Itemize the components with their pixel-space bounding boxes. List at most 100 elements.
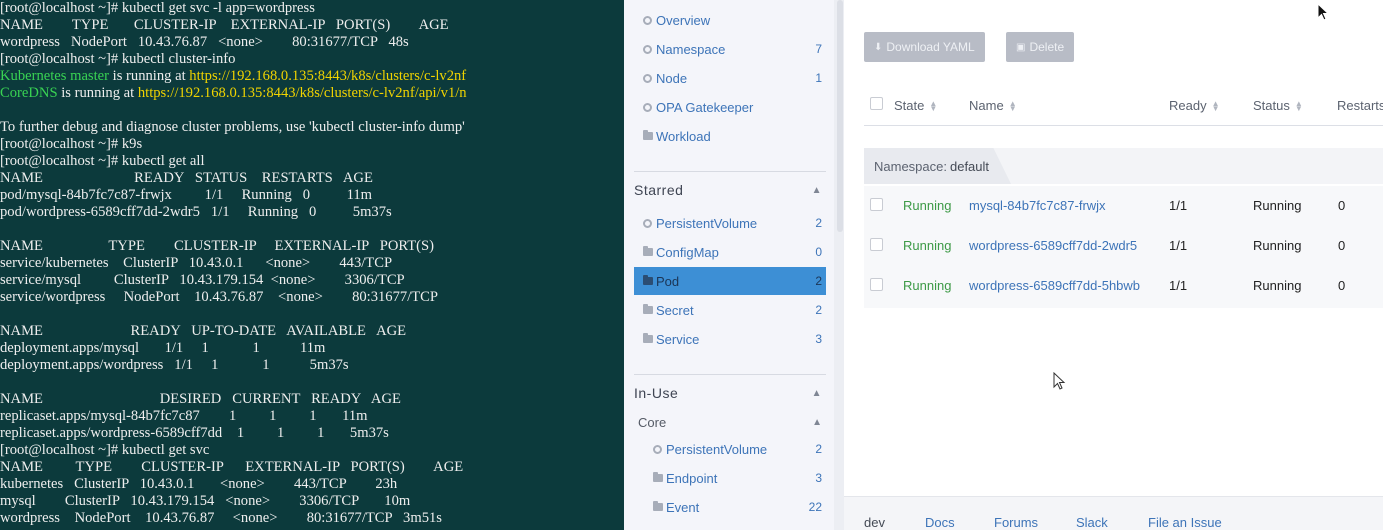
terminal-window[interactable]: [root@localhost ~]# kubectl get svc -l a… xyxy=(0,0,624,530)
column-header-ready[interactable]: Ready ▲ ▼ xyxy=(1169,98,1220,113)
column-header-name[interactable]: Name ▲ ▼ xyxy=(969,98,1017,113)
terminal-line: Kubernetes master is running at https://… xyxy=(0,68,624,85)
pod-name-link[interactable]: mysql-84b7fc7c87-frwjx xyxy=(969,198,1106,213)
sidebar-item-opa-gatekeeper[interactable]: OPA Gatekeeper xyxy=(634,93,826,121)
sidebar-item-count: 0 xyxy=(815,245,822,259)
circle-icon xyxy=(642,15,653,25)
sidebar-item-count: 7 xyxy=(815,42,822,56)
core-group-header[interactable]: Core ▲ xyxy=(638,412,826,432)
terminal-line: deployment.apps/mysql 1/1 1 1 11m xyxy=(0,340,624,357)
sidebar-item-namespace[interactable]: Namespace 7 xyxy=(634,35,826,63)
sidebar-item-node[interactable]: Node 1 xyxy=(634,64,826,92)
terminal-line: [root@localhost ~]# kubectl cluster-info xyxy=(0,51,624,68)
sidebar: Overview Namespace 7 Node 1 OPA Gatekeeper Wor… xyxy=(624,0,844,530)
sidebar-item-count: 1 xyxy=(815,71,822,85)
sort-icon: ▲ ▼ xyxy=(1211,98,1220,113)
sidebar-item-label: Node xyxy=(656,70,688,86)
namespace-group-value: default xyxy=(949,158,990,174)
footer-version: dev xyxy=(864,515,885,530)
circle-icon xyxy=(642,73,653,83)
terminal-line: To further debug and diagnose cluster pr… xyxy=(0,119,624,136)
footer-link-docs[interactable]: Docs xyxy=(925,515,955,530)
state-badge: Running xyxy=(903,278,952,293)
sidebar-scrollbar-thumb[interactable] xyxy=(837,0,843,232)
sidebar-item-workload[interactable]: Workload xyxy=(634,122,826,150)
terminal-line: [root@localhost ~]# kubectl get svc -l a… xyxy=(0,0,624,17)
terminal-text: wordpress NodePort 10.43.76.87 <none> 80… xyxy=(0,510,442,526)
row-checkbox[interactable] xyxy=(870,238,883,251)
table-header: State ▲ ▼ Name ▲ ▼ Ready ▲ ▼ Status ▲ ▼ Rest… xyxy=(864,90,1383,126)
sidebar-item-pod[interactable]: Pod 2 xyxy=(634,267,826,295)
sort-icon: ▲ ▼ xyxy=(1294,98,1303,113)
restarts-value: 0 xyxy=(1338,198,1346,213)
delete-button[interactable]: ▣ Delete xyxy=(1006,32,1075,62)
sidebar-item-label: PersistentVolume xyxy=(666,441,768,457)
column-header-state[interactable]: State ▲ ▼ xyxy=(894,98,937,113)
sidebar-item-count: 2 xyxy=(815,303,822,317)
terminal-line: replicaset.apps/mysql-84b7fc7c87 1 1 1 1… xyxy=(0,408,624,425)
state-badge: Running xyxy=(903,238,952,253)
namespace-group-tab: Namespace: default xyxy=(864,148,1012,184)
footer-link-file-issue[interactable]: File an Issue xyxy=(1148,515,1222,530)
chevron-up-icon: ▲ xyxy=(811,387,822,399)
section-divider xyxy=(634,171,826,172)
sidebar-item-configmap[interactable]: ConfigMap 0 xyxy=(634,238,826,266)
footer-link-slack[interactable]: Slack xyxy=(1076,515,1108,530)
sidebar-item-endpoint[interactable]: Endpoint 3 xyxy=(644,464,826,492)
folder-icon xyxy=(652,472,663,482)
namespace-group-label: Namespace: xyxy=(874,158,947,174)
column-header-label: State xyxy=(894,98,925,113)
row-checkbox[interactable] xyxy=(870,198,883,211)
table-row[interactable]: Running mysql-84b7fc7c87-frwjx 1/1 Running 0 xyxy=(864,186,1383,226)
column-header-restarts[interactable]: Restarts xyxy=(1337,98,1383,113)
starred-section-header[interactable]: Starred ▲ xyxy=(634,179,826,201)
circle-icon xyxy=(642,102,653,112)
row-checkbox[interactable] xyxy=(870,278,883,291)
ready-value: 1/1 xyxy=(1169,238,1188,253)
terminal-line: service/wordpress NodePort 10.43.76.87 <… xyxy=(0,289,624,306)
column-header-status[interactable]: Status ▲ ▼ xyxy=(1253,98,1303,113)
terminal-line: replicaset.apps/wordpress-6589cff7dd 1 1… xyxy=(0,425,624,442)
circle-icon xyxy=(642,44,653,54)
terminal-text: CoreDNS xyxy=(0,85,58,101)
sidebar-item-secret[interactable]: Secret 2 xyxy=(634,296,826,324)
sidebar-item-service[interactable]: Service 3 xyxy=(634,325,826,353)
column-header-label: Status xyxy=(1253,98,1290,113)
ready-value: 1/1 xyxy=(1169,198,1188,213)
download-yaml-button[interactable]: ⬇ Download YAML xyxy=(864,32,985,62)
inuse-section-header[interactable]: In-Use ▲ xyxy=(634,382,826,404)
terminal-text: NAME TYPE CLUSTER-IP EXTERNAL-IP PORT(S)… xyxy=(0,17,449,33)
starred-section-title: Starred xyxy=(634,182,684,198)
status-value: Running xyxy=(1253,198,1302,213)
select-all-checkbox[interactable] xyxy=(870,97,883,110)
terminal-line: NAME READY UP-TO-DATE AVAILABLE AGE xyxy=(0,323,624,340)
table-row[interactable]: Running wordpress-6589cff7dd-5hbwb 1/1 Runn… xyxy=(864,266,1383,306)
terminal-text: kubernetes ClusterIP 10.43.0.1 <none> 44… xyxy=(0,476,398,492)
sidebar-item-persistentvolume[interactable]: PersistentVolume 2 xyxy=(634,209,826,237)
sidebar-item-persistentvolume[interactable]: PersistentVolume 2 xyxy=(644,435,826,463)
mouse-pointer-icon xyxy=(1317,3,1330,21)
footer: dev Docs Forums Slack File an Issue xyxy=(844,496,1383,530)
footer-link-forums[interactable]: Forums xyxy=(994,515,1038,530)
pod-name-link[interactable]: wordpress-6589cff7dd-5hbwb xyxy=(969,278,1140,293)
core-group-title: Core xyxy=(638,414,667,430)
sidebar-item-event[interactable]: Event 22 xyxy=(644,493,826,521)
pod-name-link[interactable]: wordpress-6589cff7dd-2wdr5 xyxy=(969,238,1137,253)
table-row[interactable]: Running wordpress-6589cff7dd-2wdr5 1/1 Runn… xyxy=(864,226,1383,266)
terminal-text: [root@localhost ~]# kubectl get svc -l a… xyxy=(0,0,315,16)
terminal-line: NAME DESIRED CURRENT READY AGE xyxy=(0,391,624,408)
terminal-line: service/kubernetes ClusterIP 10.43.0.1 <… xyxy=(0,255,624,272)
sidebar-item-overview[interactable]: Overview xyxy=(634,6,826,34)
folder-icon xyxy=(652,501,663,511)
terminal-text: NAME TYPE CLUSTER-IP EXTERNAL-IP PORT(S)… xyxy=(0,459,464,475)
terminal-line: pod/wordpress-6589cff7dd-2wdr5 1/1 Runni… xyxy=(0,204,624,221)
terminal-text: wordpress NodePort 10.43.76.87 <none> 80… xyxy=(0,34,409,50)
pod-table-body: Running mysql-84b7fc7c87-frwjx 1/1 Running 0… xyxy=(864,186,1383,308)
terminal-text: mysql ClusterIP 10.43.179.154 <none> 330… xyxy=(0,493,411,509)
sidebar-item-count: 22 xyxy=(808,500,822,514)
sidebar-item-label: Endpoint xyxy=(666,470,718,486)
sidebar-scrollbar[interactable] xyxy=(834,0,844,530)
main-panel: ⬇ Download YAML ▣ Delete State ▲ ▼ Name ▲… xyxy=(844,0,1383,530)
